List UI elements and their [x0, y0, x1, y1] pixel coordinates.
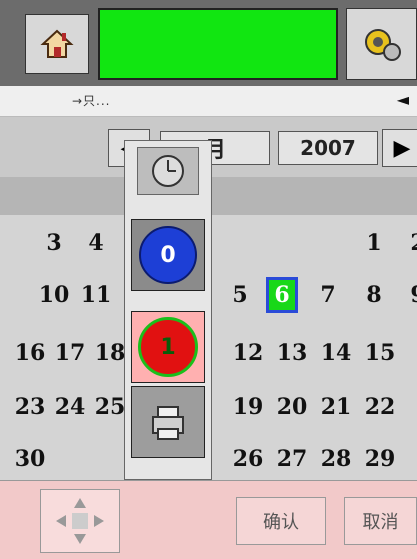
day-cell[interactable]: 21: [316, 385, 356, 429]
top-bar: [0, 0, 417, 86]
bottom-bar: 确认 取消: [0, 480, 417, 559]
day-cell[interactable]: 14: [316, 331, 356, 375]
day-cell[interactable]: 15: [360, 331, 400, 375]
print-button[interactable]: [131, 386, 205, 458]
next-month-button[interactable]: ▶: [382, 129, 417, 167]
clock-glyph: [152, 155, 184, 187]
day-cell[interactable]: 26: [228, 437, 268, 481]
day-cell[interactable]: 12: [228, 331, 268, 375]
selected-day-cell[interactable]: 6: [266, 277, 298, 313]
side-panel: 0 1: [124, 140, 212, 480]
day-cell[interactable]: 23: [10, 385, 50, 429]
day-cell[interactable]: 9: [398, 273, 417, 317]
gear-icon: [364, 29, 401, 61]
zero-button[interactable]: 0: [131, 219, 205, 291]
cancel-button[interactable]: 取消: [344, 497, 417, 545]
day-cell[interactable]: 29: [360, 437, 400, 481]
breadcrumb: →只... ◄: [0, 86, 417, 117]
day-cell[interactable]: 3: [34, 221, 74, 265]
one-button-label: 1: [138, 317, 198, 377]
day-cell[interactable]: 28: [316, 437, 356, 481]
confirm-button[interactable]: 确认: [236, 497, 326, 545]
status-panel: [98, 8, 338, 80]
day-cell[interactable]: 11: [76, 273, 116, 317]
home-button[interactable]: [25, 14, 89, 74]
day-cell[interactable]: 19: [228, 385, 268, 429]
day-cell[interactable]: 2: [398, 221, 417, 265]
home-icon: [40, 29, 74, 58]
day-cell[interactable]: 5: [220, 273, 260, 317]
breadcrumb-text: →只...: [72, 94, 111, 108]
day-cell[interactable]: 30: [10, 437, 50, 481]
day-cell[interactable]: 20: [272, 385, 312, 429]
day-cell[interactable]: 27: [272, 437, 312, 481]
day-cell[interactable]: 17: [50, 331, 90, 375]
day-cell[interactable]: 24: [50, 385, 90, 429]
settings-button[interactable]: [346, 8, 417, 80]
day-cell[interactable]: 1: [354, 221, 394, 265]
dpad-icon: [56, 498, 104, 544]
zero-button-label: 0: [139, 226, 197, 284]
day-cell[interactable]: 8: [354, 273, 394, 317]
day-cell[interactable]: 13: [272, 331, 312, 375]
day-cell[interactable]: 16: [10, 331, 50, 375]
one-button[interactable]: 1: [131, 311, 205, 383]
day-cell[interactable]: 4: [76, 221, 116, 265]
day-cell[interactable]: 22: [360, 385, 400, 429]
clock-icon: [137, 147, 199, 195]
day-cell[interactable]: 10: [34, 273, 74, 317]
back-arrow-icon[interactable]: ◄: [397, 90, 409, 109]
day-cell[interactable]: 7: [308, 273, 348, 317]
screen: →只... ◄ ◀ 月 2007 ▶ 3 4 1 2 10 11 5 6 7 8…: [0, 0, 417, 559]
year-label: 2007: [278, 131, 378, 165]
direction-pad[interactable]: [40, 489, 120, 553]
printer-icon: [152, 406, 184, 440]
